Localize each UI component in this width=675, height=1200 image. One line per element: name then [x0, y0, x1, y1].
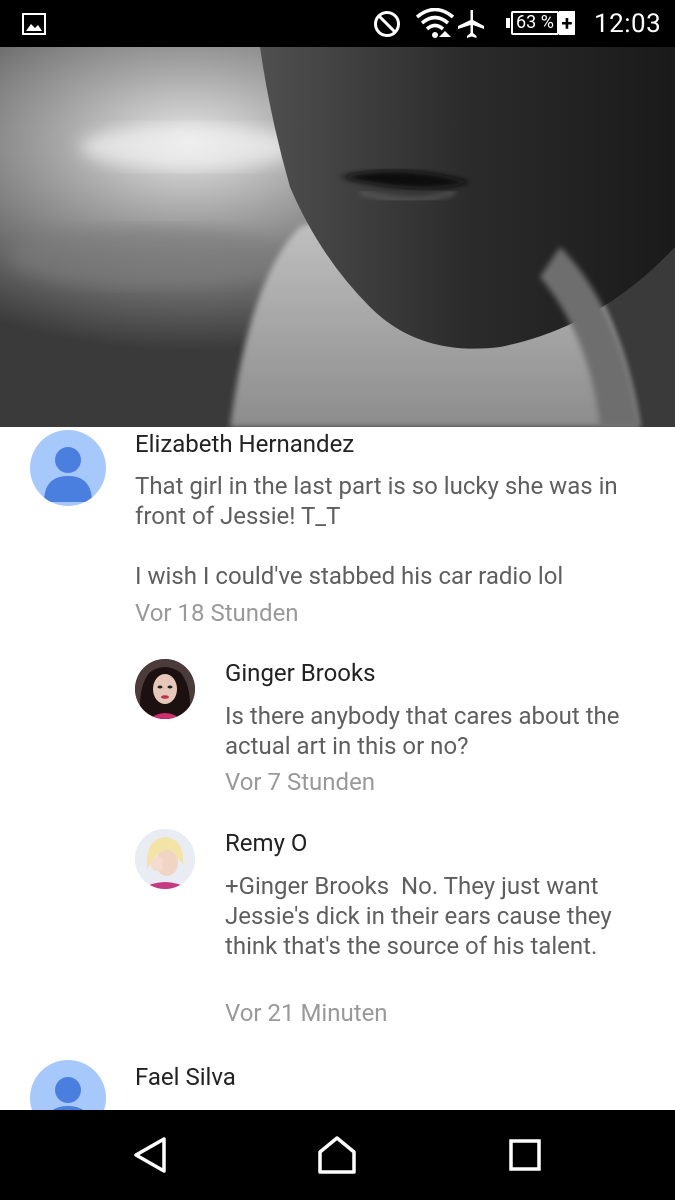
comment-text: +Ginger Brooks No. They just want Jessie… — [225, 872, 618, 960]
comment-text: That girl in the last part is so lucky s… — [135, 472, 618, 590]
back-icon — [134, 1137, 166, 1173]
comment-time: Vor 21 Minuten — [225, 999, 388, 1027]
battery-icon: 63 % + — [506, 11, 575, 35]
status-bar: 63 % + 12:03 — [0, 0, 675, 47]
avatar[interactable] — [135, 829, 195, 889]
airplane-mode-icon — [457, 0, 485, 47]
recents-icon — [509, 1139, 541, 1171]
avatar[interactable] — [30, 430, 106, 506]
comment-author[interactable]: Ginger Brooks — [225, 659, 376, 687]
comments-list[interactable]: Elizabeth Hernandez That girl in the las… — [0, 427, 675, 1110]
comment-author[interactable]: Fael Silva — [135, 1063, 236, 1091]
wifi-icon — [415, 0, 455, 47]
comment-text: Is there anybody that cares about the ac… — [225, 702, 626, 760]
do-not-disturb-icon — [373, 0, 401, 47]
navigation-bar — [0, 1110, 675, 1200]
clock: 12:03 — [594, 8, 662, 39]
recents-button[interactable] — [480, 1110, 570, 1200]
home-icon — [318, 1136, 356, 1174]
comment-author[interactable]: Elizabeth Hernandez — [135, 430, 354, 458]
battery-charging-indicator: + — [558, 11, 575, 35]
comment-time: Vor 7 Stunden — [225, 768, 376, 796]
avatar[interactable] — [30, 1060, 106, 1110]
video-player[interactable] — [0, 47, 675, 427]
person-icon — [52, 1077, 84, 1110]
avatar[interactable] — [135, 659, 195, 719]
person-icon — [44, 447, 92, 502]
comment-time: Vor 18 Stunden — [135, 599, 299, 627]
battery-percent: 63 % — [511, 11, 559, 35]
home-button[interactable] — [292, 1110, 382, 1200]
back-button[interactable] — [105, 1110, 195, 1200]
comment-author[interactable]: Remy O — [225, 829, 307, 857]
gallery-notification-icon — [22, 0, 46, 47]
